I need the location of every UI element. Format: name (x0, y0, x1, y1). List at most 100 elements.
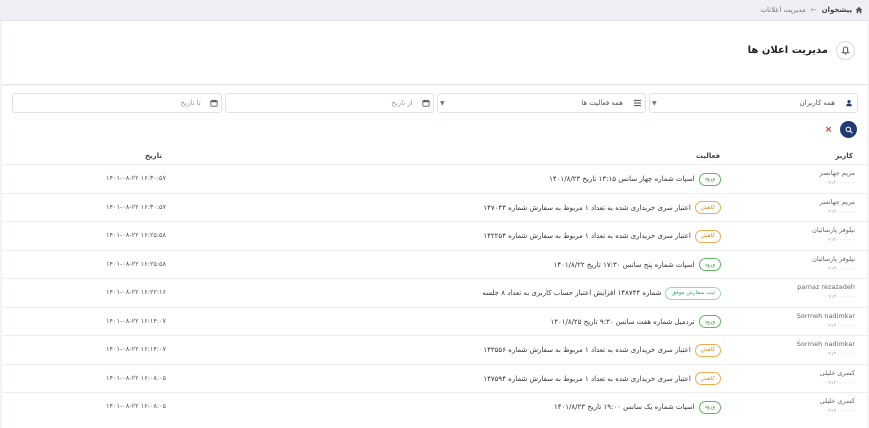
table-row: مریم جهانسر ۰۹۱۲۰۰۰۰۰۰۰ کاهش اعتبار سری خری… (2, 192, 867, 222)
date-cell: ۱۴۰۱-۰۸-۲۲ ۱۶:۲۵:۵۸ (106, 259, 167, 268)
date-cell: ۱۴۰۱-۰۸-۲۲ ۱۶:۱۴:۰۷ (106, 345, 167, 353)
date-cell: ۱۴۰۱-۰۸-۲۲ ۱۶:۲۲:۱۶ (106, 288, 167, 296)
notifications-panel: همه کاربران ▼ همه فعالیت ها ▼ از تاریخ ت… (2, 86, 867, 428)
breadcrumb: پیشخوان ← مدیریت اعلانات (0, 0, 869, 21)
breadcrumb-home[interactable]: پیشخوان (822, 6, 863, 14)
date-cell: ۱۴۰۱-۰۸-۲۲ ۱۶:۰۸:۰۵ (106, 373, 167, 382)
to-date-field[interactable] (12, 93, 222, 113)
user-phone: ۰۹۱۲۰۰۰۰۰۰۰ (825, 294, 855, 300)
chevron-down-icon: ▼ (652, 99, 657, 107)
activity-filter-value: همه فعالیت ها (581, 99, 623, 107)
activity-description: اعتبار سری خریداری شده به تعداد ۱ مربوط … (483, 374, 691, 383)
calendar-icon (210, 99, 218, 107)
page-title: مدیریت اعلان ها (747, 45, 828, 56)
home-icon (855, 6, 863, 14)
user-name: نیلوفر پارسائیان (812, 226, 855, 234)
activity-description: اعتبار سری خریداری شده به تعداد ۱ مربوط … (483, 203, 691, 212)
user-filter-value: همه کاربران (799, 99, 835, 107)
bell-icon-wrap (836, 41, 855, 60)
user-filter-select[interactable]: همه کاربران ▼ (649, 93, 858, 113)
date-cell: ۱۴۰۱-۰۸-۲۲ ۱۶:۲۵:۵۸ (106, 231, 167, 239)
activity-cell: ورود تردمیل شماره هفت سانس ۹:۳۰ تاریخ ۱۴۰… (550, 308, 721, 336)
activity-cell: کاهش اعتبار سری خریداری شده به تعداد ۱ مر… (483, 194, 721, 222)
user-phone: ۰۹۱۲۰۰۰۰۰۰۰ (825, 180, 855, 186)
date-cell: ۱۴۰۱-۰۸-۲۲ ۱۶:۰۸:۰۵ (106, 402, 167, 410)
activity-description: تردمیل شماره هفت سانس ۹:۳۰ تاریخ ۱۴۰۱/۸/… (550, 317, 695, 326)
activity-cell: ورود اسپات شماره چهار سانس ۱۳:۱۵ تاریخ ۱۴… (549, 165, 721, 193)
user-cell: نیلوفر پارسائیان ۰۹۱۲۰۰۰۰۰۰۰ (812, 255, 855, 272)
table-row: Sorrneh nadimkar ۰۹۱۲۰۰۰۰۰۰۰ کاهش اعتبار سر… (2, 335, 867, 364)
table-row: parnaz rezazadeh ۰۹۱۲۰۰۰۰۰۰۰ ثبت سفارش موف… (2, 278, 867, 307)
activity-type-badge: ورود (698, 315, 721, 328)
column-header-date: تاریخ (145, 152, 162, 160)
activity-description: اسپات شماره یک سانس ۱۹:۰۰ تاریخ ۱۴۰۱/۸/۲… (554, 403, 695, 411)
activity-type-badge: ورود (698, 258, 721, 271)
chevron-down-icon: ▼ (440, 99, 445, 107)
from-date-input[interactable] (226, 98, 419, 108)
user-phone: ۰۹۱۲۰۰۰۰۰۰۰ (825, 322, 855, 329)
activity-cell: ورود اسپات شماره یک سانس ۱۹:۰۰ تاریخ ۱۴۰۱… (554, 393, 721, 421)
user-cell: مریم جهانسر ۰۹۱۲۰۰۰۰۰۰۰ (820, 169, 855, 186)
user-cell: کسری خلیلی ۰۹۱۲۰۰۰۰۰۰۰ (820, 397, 855, 414)
search-icon (845, 126, 853, 134)
table-row: Sorrneh nadimkar ۰۹۱۲۰۰۰۰۰۰۰ ورود تردمیل شم… (2, 306, 867, 336)
user-icon (846, 99, 852, 107)
activity-type-badge: کاهش (694, 343, 721, 357)
activity-description: اعتبار سری خریداری شده به تعداد ۱ مربوط … (483, 232, 691, 240)
table-row: مریم جهانسر ۰۹۱۲۰۰۰۰۰۰۰ ورود اسپات شماره چه… (2, 164, 867, 193)
activity-description: اسپات شماره پنج سانس ۱۷:۳۰ تاریخ ۱۴۰۱/۸/… (553, 260, 695, 269)
user-phone: ۰۹۱۲۰۰۰۰۰۰۰ (825, 351, 855, 357)
user-cell: کسری خلیلی ۰۹۱۲۰۰۰۰۰۰۰ (820, 369, 855, 386)
calendar-icon (422, 99, 430, 107)
date-cell: ۱۴۰۱-۰۸-۲۲ ۱۶:۳۰:۵۷ (106, 202, 167, 211)
breadcrumb-current: مدیریت اعلانات (760, 6, 806, 14)
table-row: نیلوفر پارسائیان ۰۹۱۲۰۰۰۰۰۰۰ ورود اسپات شما… (2, 249, 867, 279)
user-phone: ۰۹۱۲۰۰۰۰۰۰۰ (825, 265, 855, 272)
activity-description: شماره ۱۴۸۷۴۴ افزایش اعتبار حساب کاربری ب… (482, 289, 662, 297)
activity-cell: کاهش اعتبار سری خریداری شده به تعداد ۱ مر… (483, 365, 721, 393)
user-name: مریم جهانسر (819, 197, 855, 206)
date-cell: ۱۴۰۱-۰۸-۲۲ ۱۶:۱۴:۰۷ (106, 316, 167, 325)
user-name: Sorrneh nadimkar (796, 340, 855, 348)
breadcrumb-separator: ← (810, 6, 817, 14)
column-header-user: کاربر (835, 152, 853, 160)
search-button[interactable] (840, 121, 857, 138)
user-name: کسری خلیلی (819, 397, 855, 405)
activity-cell: ورود اسپات شماره پنج سانس ۱۷:۳۰ تاریخ ۱۴۰… (554, 251, 721, 279)
activity-cell: کاهش اعتبار سری خریداری شده به تعداد ۱ مر… (483, 222, 721, 250)
user-name: parnaz rezazadeh (797, 283, 855, 291)
user-cell: Sorrneh nadimkar ۰۹۱۲۰۰۰۰۰۰۰ (797, 312, 855, 329)
breadcrumb-home-label[interactable]: پیشخوان (822, 6, 852, 14)
activity-type-badge: ثبت سفارش موفق (665, 286, 721, 300)
table-row: کسری خلیلی ۰۹۱۲۰۰۰۰۰۰۰ کاهش اعتبار سری خرید… (2, 363, 867, 393)
user-phone: ۰۹۱۲۰۰۰۰۰۰۰ (825, 208, 855, 215)
from-date-field[interactable] (225, 93, 434, 113)
activity-type-badge: ورود (698, 172, 721, 186)
activity-description: اعتبار سری خریداری شده به تعداد ۱ مربوط … (483, 346, 691, 354)
column-header-activity: فعالیت (696, 152, 721, 160)
user-name: کسری خلیلی (819, 368, 855, 377)
user-cell: نیلوفر پارسائیان ۰۹۱۲۰۰۰۰۰۰۰ (812, 226, 855, 243)
user-cell: مریم جهانسر ۰۹۱۲۰۰۰۰۰۰۰ (820, 198, 855, 215)
activity-cell: کاهش اعتبار سری خریداری شده به تعداد ۱ مر… (483, 336, 721, 364)
user-name: مریم جهانسر (819, 169, 855, 177)
activity-cell: ثبت سفارش موفق شماره ۱۴۸۷۴۴ افزایش اعتبار… (482, 279, 721, 307)
to-date-input[interactable] (13, 98, 207, 108)
page-header: مدیریت اعلان ها (2, 21, 867, 85)
user-phone: ۰۹۱۲۰۰۰۰۰۰۰ (825, 408, 855, 414)
user-cell: parnaz rezazadeh ۰۹۱۲۰۰۰۰۰۰۰ (797, 283, 855, 300)
activity-type-badge: کاهش (694, 201, 721, 214)
date-cell: ۱۴۰۱-۰۸-۲۲ ۱۶:۳۰:۵۷ (106, 174, 167, 182)
table-row: نیلوفر پارسائیان ۰۹۱۲۰۰۰۰۰۰۰ کاهش اعتبار سر… (2, 221, 867, 250)
bell-icon (841, 46, 850, 55)
user-phone: ۰۹۱۲۰۰۰۰۰۰۰ (825, 379, 855, 386)
activity-type-badge: کاهش (694, 229, 721, 243)
user-phone: ۰۹۱۲۰۰۰۰۰۰۰ (825, 237, 855, 243)
clear-filters-button[interactable]: × (820, 121, 837, 138)
table-row: کسری خلیلی ۰۹۱۲۰۰۰۰۰۰۰ ورود اسپات شماره یک … (2, 392, 867, 421)
activity-filter-select[interactable]: همه فعالیت ها ▼ (437, 93, 646, 113)
activity-description: اسپات شماره چهار سانس ۱۳:۱۵ تاریخ ۱۴۰۱/۸… (549, 175, 695, 183)
list-icon (633, 99, 641, 107)
user-name: Sorrneh nadimkar (796, 311, 855, 320)
user-cell: Sorrneh nadimkar ۰۹۱۲۰۰۰۰۰۰۰ (797, 340, 855, 357)
